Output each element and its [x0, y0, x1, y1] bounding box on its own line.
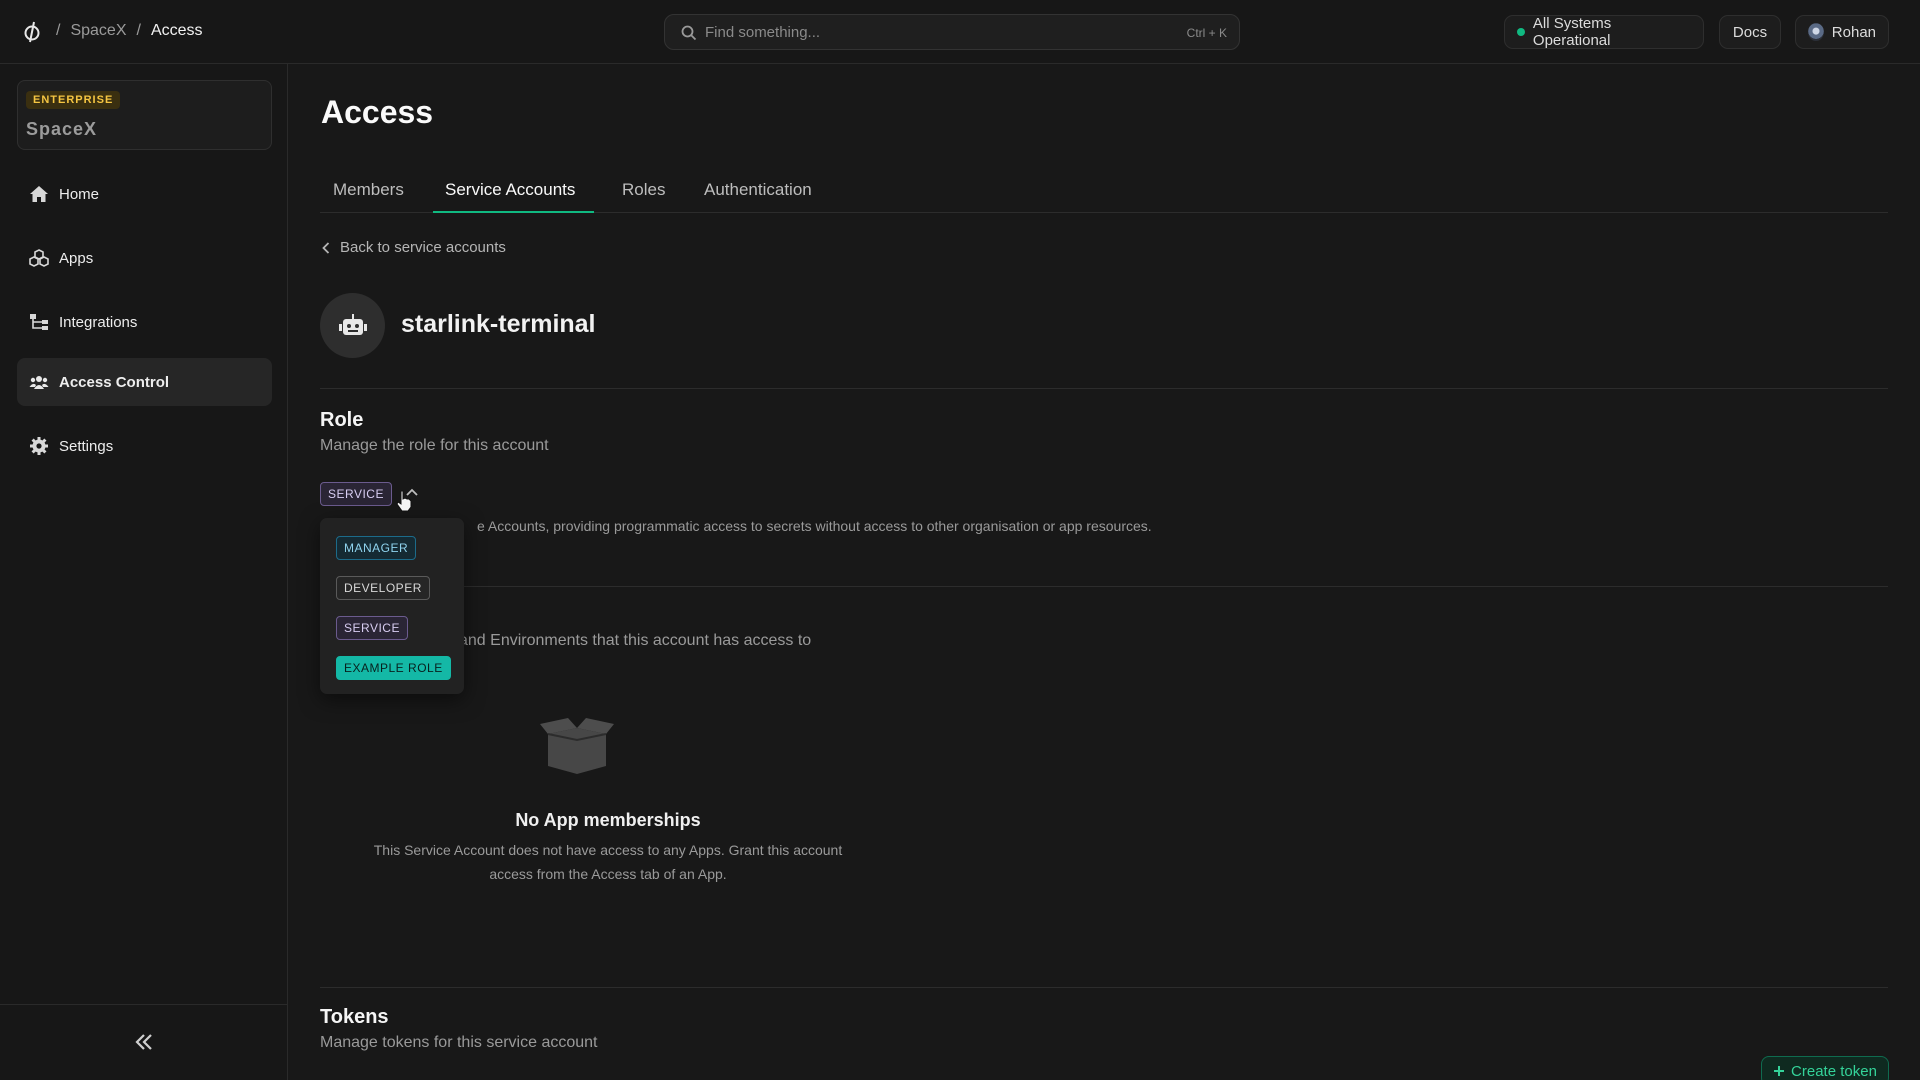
- org-name: SpaceX: [26, 119, 98, 139]
- role-dropdown-menu: MANAGER DEVELOPER SERVICE EXAMPLE ROLE: [320, 518, 464, 694]
- breadcrumb-current: Access: [150, 22, 203, 39]
- tokens-section-subtitle: Manage tokens for this service account: [320, 1034, 598, 1051]
- role-section-subtitle: Manage the role for this account: [320, 437, 549, 454]
- sidebar: ENTERPRISE SpaceX Home Apps Integrations: [0, 64, 288, 1080]
- sidebar-item-apps[interactable]: Apps: [17, 234, 272, 282]
- avatar: [1808, 23, 1824, 41]
- sidebar-item-label: Apps: [59, 249, 94, 267]
- status-label: All Systems Operational: [1532, 15, 1612, 49]
- sidebar-item-access-control[interactable]: Access Control: [17, 358, 272, 406]
- tab-roles[interactable]: Roles: [622, 180, 665, 200]
- docs-label: Docs: [1732, 23, 1768, 41]
- service-account-avatar: [320, 293, 385, 358]
- section-divider: [320, 586, 1888, 587]
- tab-service-accounts[interactable]: Service Accounts: [445, 180, 575, 200]
- active-tab-indicator: [433, 211, 594, 213]
- role-option-example-role[interactable]: EXAMPLE ROLE: [336, 656, 451, 680]
- section-divider: [320, 388, 1888, 389]
- user-name: Rohan: [1831, 23, 1876, 41]
- enterprise-badge: ENTERPRISE: [26, 91, 121, 109]
- plus-icon: [1774, 1066, 1785, 1076]
- empty-state-title: No App memberships: [515, 810, 701, 830]
- sidebar-item-home[interactable]: Home: [17, 170, 272, 218]
- hand-cursor-icon: [396, 490, 412, 512]
- tokens-section-title: Tokens: [320, 1006, 389, 1028]
- role-section-title: Role: [320, 409, 364, 431]
- system-status-button[interactable]: All Systems Operational: [1504, 15, 1704, 49]
- role-option-manager[interactable]: MANAGER: [336, 536, 417, 560]
- sidebar-footer: [0, 1004, 288, 1080]
- integrations-icon: [30, 314, 48, 330]
- chevron-left-icon: [322, 241, 330, 254]
- status-dot-icon: [1517, 28, 1525, 36]
- breadcrumb-separator: /: [136, 22, 141, 39]
- back-link-label: Back to service accounts: [340, 239, 506, 256]
- breadcrumb-separator: /: [56, 22, 61, 39]
- logo-icon[interactable]: [20, 20, 44, 44]
- main-content: Access Members Service Accounts Roles Au…: [320, 64, 1889, 1080]
- sidebar-item-label: Home: [59, 185, 100, 203]
- top-bar: / SpaceX / Access Find something... Ctrl…: [0, 0, 1920, 64]
- role-description: e Accounts, providing programmatic acces…: [477, 518, 1152, 534]
- collapse-sidebar-icon[interactable]: [134, 1033, 154, 1051]
- back-link[interactable]: Back to service accounts: [322, 239, 506, 256]
- docs-button[interactable]: Docs: [1719, 15, 1781, 49]
- home-icon: [30, 186, 48, 202]
- user-menu-button[interactable]: Rohan: [1795, 15, 1889, 49]
- org-switcher[interactable]: ENTERPRISE SpaceX: [17, 80, 272, 150]
- gear-icon: [30, 437, 48, 455]
- role-option-service[interactable]: SERVICE: [336, 616, 408, 640]
- create-token-button[interactable]: Create token: [1761, 1056, 1889, 1080]
- service-account-name: starlink-terminal: [401, 310, 596, 338]
- section-divider: [320, 987, 1888, 988]
- tab-authentication[interactable]: Authentication: [704, 180, 812, 200]
- search-shortcut: Ctrl + K: [1186, 26, 1227, 40]
- breadcrumb-org[interactable]: SpaceX: [70, 22, 126, 40]
- apps-section-subtitle: and Environments that this account has a…: [459, 632, 812, 649]
- users-icon: [29, 376, 49, 389]
- search-placeholder: Find something...: [705, 24, 821, 41]
- role-option-developer[interactable]: DEVELOPER: [336, 576, 430, 600]
- sidebar-item-settings[interactable]: Settings: [17, 422, 272, 470]
- breadcrumb: / SpaceX / Access: [56, 22, 203, 40]
- page-title: Access: [321, 94, 434, 130]
- apps-icon: [29, 249, 49, 267]
- empty-box-icon: [540, 718, 614, 774]
- tab-members[interactable]: Members: [333, 180, 404, 200]
- robot-icon: [338, 313, 367, 335]
- sidebar-item-integrations[interactable]: Integrations: [17, 298, 272, 346]
- current-role-badge[interactable]: SERVICE: [320, 482, 392, 506]
- sidebar-item-label: Settings: [59, 437, 114, 455]
- search-icon: [681, 25, 697, 41]
- tab-bar: Members Service Accounts Roles Authentic…: [320, 166, 1888, 213]
- sidebar-item-label: Integrations: [59, 313, 138, 331]
- sidebar-item-label: Access Control: [59, 373, 170, 391]
- create-token-label: Create token: [1791, 1062, 1877, 1080]
- empty-state-text: This Service Account does not have acces…: [373, 842, 843, 882]
- search-input[interactable]: Find something... Ctrl + K: [664, 14, 1240, 50]
